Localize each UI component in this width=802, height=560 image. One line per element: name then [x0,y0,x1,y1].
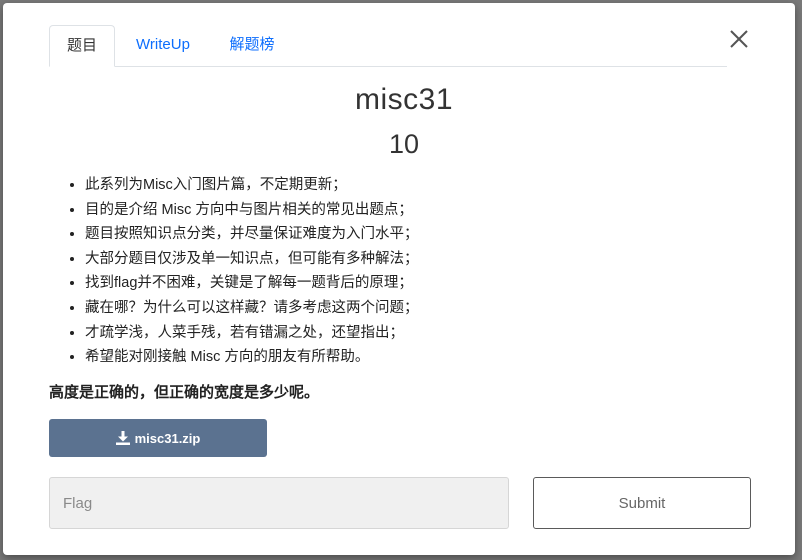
description-item: 藏在哪？为什么可以这样藏？请多考虑这两个问题； [85,296,419,321]
description-item: 大部分题目仅涉及单一知识点，但可能有多种解法； [85,247,419,272]
challenge-points: 10 [388,129,420,159]
challenge-tabs: 题目 WriteUp 解题榜 [49,25,727,67]
flag-input[interactable] [49,477,509,529]
download-icon [115,431,130,445]
challenge-description: 此系列为Misc入门图片篇，不定期更新； 目的是介绍 Misc 方向中与图片相关… [65,173,419,370]
submit-button[interactable]: Submit [533,477,751,529]
challenge-modal: 题目 WriteUp 解题榜 misc31 10 此系列为Misc入门图片篇，不… [3,3,795,555]
download-file-button[interactable]: misc31.zip [49,419,267,457]
close-button[interactable] [727,27,751,51]
challenge-name: misc31 [354,83,454,116]
description-item: 希望能对刚接触 Misc 方向的朋友有所帮助。 [85,345,419,370]
close-icon [730,30,748,48]
download-file-name: misc31.zip [134,430,201,446]
tab-challenge[interactable]: 题目 [49,25,115,67]
tab-writeup[interactable]: WriteUp [123,25,203,65]
description-item: 此系列为Misc入门图片篇，不定期更新； [85,173,419,198]
challenge-question: 高度是正确的，但正确的宽度是多少呢。 [49,384,320,401]
description-item: 找到flag并不困难，关键是了解每一题背后的原理； [85,271,419,296]
tab-solves[interactable]: 解题榜 [217,25,287,65]
description-item: 目的是介绍 Misc 方向中与图片相关的常见出题点； [85,198,419,223]
description-item: 才疏学浅，人菜手残，若有错漏之处，还望指出； [85,321,419,346]
description-item: 题目按照知识点分类，并尽量保证难度为入门水平； [85,222,419,247]
